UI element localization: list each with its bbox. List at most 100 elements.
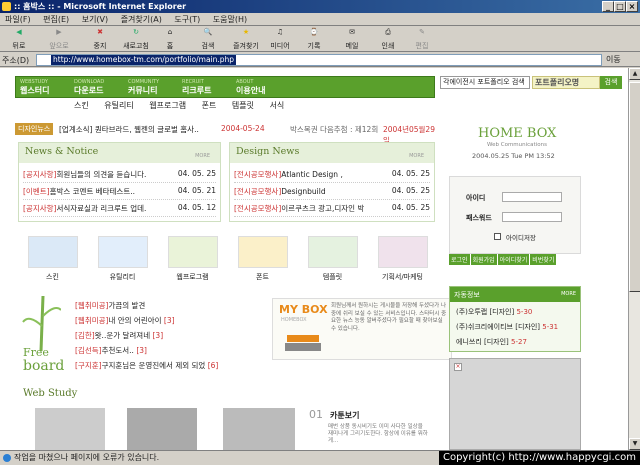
edit-button[interactable]: ✎ 편집 (410, 28, 434, 51)
close-button[interactable]: × (626, 1, 638, 12)
site-search-input[interactable]: 포트폴리오명 (532, 76, 600, 89)
save-id-checkbox[interactable] (494, 233, 501, 240)
login-button[interactable]: 로그인 (449, 254, 470, 265)
history-button[interactable]: ⌚ 기록 (302, 28, 326, 51)
category-template[interactable]: 템플릿 (305, 236, 360, 282)
history-icon: ⌚ (309, 28, 319, 36)
address-url[interactable]: http://www.homebox-tm.com/portfolio/main… (51, 55, 237, 65)
board-item[interactable]: [김한]왓..운가 달려져네 [3] (75, 330, 163, 343)
list-item[interactable]: 에니쓰리 [디자인] 5-27 (456, 337, 527, 347)
board-item[interactable]: [웹취미공]가끔의 발견 (75, 300, 145, 313)
hot-news-line: 디자인뉴스 [업계소식] 퀀타브라드, 웹젠의 글로벌 홈사.. 2004-05… (15, 123, 435, 145)
minimize-button[interactable]: _ (602, 1, 614, 12)
board-item[interactable]: [구지훈]구지훈님은 운영진에서 제외 되었 [6] (75, 360, 218, 373)
category-webprogram[interactable]: 웹프로그램 (165, 236, 220, 282)
address-input[interactable]: http://www.homebox-tm.com/portfolio/main… (36, 54, 602, 66)
utility-icon (97, 236, 148, 268)
design-more-link[interactable]: MORE (409, 153, 424, 159)
site-search-button[interactable]: 검색 (600, 76, 622, 89)
submenu-utility[interactable]: 유틸리티 (104, 101, 133, 110)
password-input[interactable] (502, 212, 562, 222)
list-item[interactable]: [전시공모행사]Atlantic Design , 04. 05. 25 (234, 169, 430, 183)
vertical-scrollbar[interactable]: ▲ ▼ (628, 68, 640, 450)
login-buttons: 로그인 회원가입 아이디찾기 비번찾기 (449, 254, 581, 266)
page-viewport: WEBSTUDY 웹스터디 DOWNLOAD 다운로드 COMMUNITY 커뮤니티 … (0, 68, 628, 450)
menu-view[interactable]: 보기(V) (77, 13, 113, 26)
board-item[interactable]: [웹취미공]내 안의 어린아이 [3] (75, 315, 175, 328)
star-icon: ★ (242, 28, 250, 36)
back-arrow-icon: ◀ (16, 28, 22, 36)
scroll-thumb[interactable] (629, 82, 640, 292)
news-more-link[interactable]: MORE (195, 153, 210, 159)
board-item[interactable]: [김선득]추천도서.. [3] (75, 345, 147, 358)
broken-image-icon: × (454, 363, 462, 371)
mail-button[interactable]: ✉ 메일 (340, 28, 364, 51)
refresh-button[interactable]: ↻ 새로고침 (118, 28, 154, 51)
printer-icon: ⎙ (385, 28, 391, 36)
search-category-select[interactable]: 각에이전시 포트폴리오 검색 (440, 76, 530, 89)
template-icon (307, 236, 358, 268)
category-planning[interactable]: 기획서/마케팅 (375, 236, 430, 282)
menu-edit[interactable]: 편집(E) (38, 13, 74, 26)
go-button[interactable]: 이동 (606, 54, 621, 65)
menu-help[interactable]: 도움말(H) (208, 13, 252, 26)
list-item[interactable]: [공지사항]서식자료실과 리크루트 업데. 04. 05. 12 (23, 203, 216, 217)
category-skin[interactable]: 스킨 (25, 236, 80, 282)
maximize-button[interactable]: □ (614, 1, 626, 12)
submenu-template[interactable]: 템플릿 (232, 101, 254, 110)
forward-arrow-icon: ▶ (56, 28, 62, 36)
pw-label: 패스워드 (466, 214, 492, 222)
gnb-community[interactable]: COMMUNITY 커뮤니티 (128, 77, 183, 99)
list-item[interactable]: [이벤트]홈박스 코멘트 베타테스트.. 04. 05. 21 (23, 186, 216, 200)
scroll-down-arrow-icon[interactable]: ▼ (629, 438, 640, 450)
stop-button[interactable]: ✖ 중지 (88, 28, 112, 51)
agency-more-link[interactable]: MORE (561, 291, 576, 297)
scroll-up-arrow-icon[interactable]: ▲ (629, 68, 640, 80)
home-button[interactable]: ⌂ 홈 (160, 28, 180, 51)
status-bar: 작업을 마쳤으나 페이지에 오류가 있습니다. Copyright(c) htt… (0, 450, 640, 465)
gnb-about[interactable]: ABOUT 이용안내 (236, 77, 291, 99)
refresh-icon: ↻ (133, 28, 139, 36)
save-id-label: 아이디저장 (506, 234, 536, 242)
category-font[interactable]: 폰트 (235, 236, 290, 282)
id-label: 아이디 (466, 194, 486, 202)
list-item[interactable]: (주)쉬크리에이티브 [디자인] 5-31 (456, 322, 558, 332)
gnb-recruit[interactable]: RECRUIT 리크루트 (182, 77, 237, 99)
study-thumb-1[interactable] (35, 408, 105, 450)
join-button[interactable]: 회원가입 (470, 254, 497, 265)
board-logo-bottom: board (23, 358, 65, 374)
media-button[interactable]: ♫ 미디어 (266, 28, 294, 51)
gnb-webstudy[interactable]: WEBSTUDY 웹스터디 (20, 77, 75, 99)
id-input[interactable] (502, 192, 562, 202)
study-thumb-3[interactable] (223, 408, 295, 450)
cartoon-title[interactable]: 카툰보기 (330, 410, 359, 421)
menu-favorites[interactable]: 즐겨찾기(A) (116, 13, 167, 26)
toolbar: ◀ 뒤로 ▶ 앞으로 ✖ 중지 ↻ 새로고침 ⌂ 홈 🔍 검색 ★ 즐겨찾기 ♫ 미디어 ⌚ 기록… (0, 27, 640, 52)
mybox-promo[interactable]: MY BOX HOMEBOX 회원님께서 원하시는 게시물을 저장해 두셨다가 … (272, 298, 452, 360)
stop-icon: ✖ (97, 28, 103, 36)
find-pw-button[interactable]: 비번찾기 (530, 254, 557, 265)
back-button[interactable]: ◀ 뒤로 (4, 28, 34, 51)
forward-button[interactable]: ▶ 앞으로 (44, 28, 74, 51)
menu-tools[interactable]: 도구(T) (169, 13, 205, 26)
find-id-button[interactable]: 아이디찾기 (497, 254, 530, 265)
study-thumb-2[interactable] (127, 408, 197, 450)
list-item[interactable]: (주)오투랩 [디자인] 5-30 (456, 307, 532, 317)
submenu-form[interactable]: 서식 (270, 101, 285, 110)
category-utility[interactable]: 유틸리티 (95, 236, 150, 282)
hot-news-link[interactable]: [업계소식] 퀀타브라드, 웹젠의 글로벌 홈사.. (59, 124, 199, 135)
favorites-button[interactable]: ★ 즐겨찾기 (228, 28, 264, 51)
submenu-skin[interactable]: 스킨 (74, 101, 89, 110)
list-item[interactable]: [전시공모행사]Designbuild 04. 05. 25 (234, 186, 430, 200)
list-item[interactable]: [공지사항]회원님들의 의견을 듣습니다. 04. 05. 25 (23, 169, 216, 183)
search-button[interactable]: 🔍 검색 (196, 28, 220, 51)
menu-bar: 파일(F) 편집(E) 보기(V) 즐겨찾기(A) 도구(T) 도움말(H) (0, 13, 640, 26)
home-icon: ⌂ (167, 28, 173, 36)
gnb-download[interactable]: DOWNLOAD 다운로드 (74, 77, 129, 99)
list-item[interactable]: [전시공모행사]이르쿠츠크 광고,디자인 박 04. 05. 25 (234, 203, 430, 217)
submenu-font[interactable]: 폰트 (202, 101, 217, 110)
print-button[interactable]: ⎙ 인쇄 (376, 28, 400, 51)
agency-title: 자동정보 (454, 291, 480, 299)
submenu-webprogram[interactable]: 웹프로그램 (149, 101, 186, 110)
menu-file[interactable]: 파일(F) (0, 13, 36, 26)
